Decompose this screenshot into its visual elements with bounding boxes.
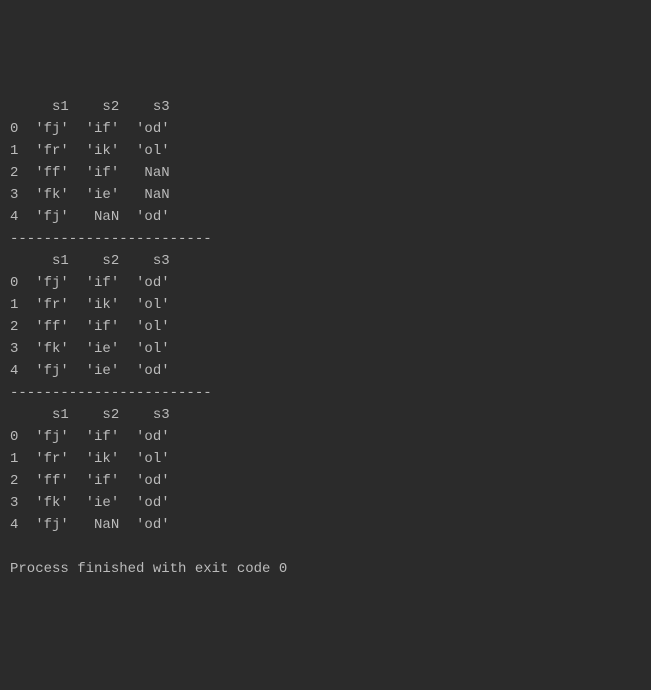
output-line [10,536,641,558]
output-line: 3 'fk' 'ie' 'od' [10,492,641,514]
output-line: 3 'fk' 'ie' NaN [10,184,641,206]
output-line: s1 s2 s3 [10,250,641,272]
output-line: 0 'fj' 'if' 'od' [10,118,641,140]
output-line: 3 'fk' 'ie' 'ol' [10,338,641,360]
output-line: 1 'fr' 'ik' 'ol' [10,294,641,316]
output-line: 4 'fj' 'ie' 'od' [10,360,641,382]
output-line: 1 'fr' 'ik' 'ol' [10,140,641,162]
output-line: 4 'fj' NaN 'od' [10,514,641,536]
output-line: 2 'ff' 'if' 'ol' [10,316,641,338]
output-line: s1 s2 s3 [10,96,641,118]
output-line: ------------------------ [10,228,641,250]
output-line: 2 'ff' 'if' 'od' [10,470,641,492]
output-line: Process finished with exit code 0 [10,558,641,580]
output-line: ------------------------ [10,382,641,404]
output-line: 0 'fj' 'if' 'od' [10,272,641,294]
output-line: 2 'ff' 'if' NaN [10,162,641,184]
console-output: s1 s2 s30 'fj' 'if' 'od'1 'fr' 'ik' 'ol'… [10,96,641,580]
output-line: 1 'fr' 'ik' 'ol' [10,448,641,470]
output-line: 0 'fj' 'if' 'od' [10,426,641,448]
output-line: s1 s2 s3 [10,404,641,426]
output-line: 4 'fj' NaN 'od' [10,206,641,228]
